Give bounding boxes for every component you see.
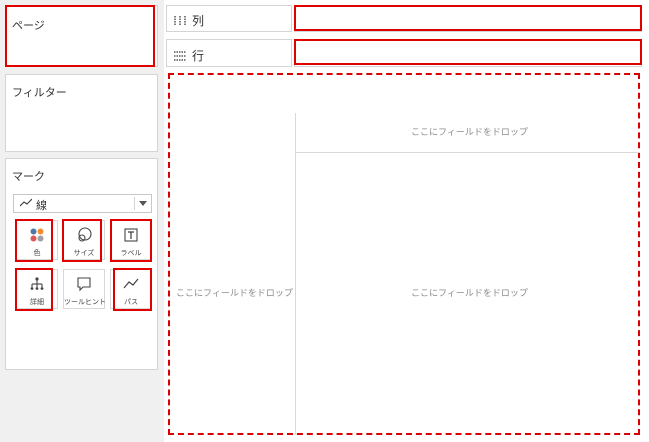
detail-label: 詳細 [30,298,44,306]
header-divider-vertical [295,113,296,435]
rows-shelf-title: 行 [173,47,204,64]
chevron-down-icon[interactable] [139,201,147,206]
pages-card-title: ページ [12,19,45,32]
marks-card[interactable]: マーク 線 色 サイズ ラベル 詳細 ツールヒント パス [5,158,158,370]
tooltip-button[interactable]: ツールヒント [63,269,106,309]
columns-shelf-header: 列 [166,5,292,32]
label-button[interactable]: ラベル [110,220,152,260]
header-divider-horizontal [295,152,640,153]
path-line-icon [123,278,139,289]
dropdown-separator [134,197,135,210]
drop-zone-center[interactable]: ここにフィールドをドロップ [411,286,528,299]
line-chart-icon [20,198,32,207]
columns-icon [174,15,186,26]
size-circles-icon [78,227,92,242]
rows-label: 行 [192,49,205,63]
detail-tree-icon [30,277,44,290]
label-label: ラベル [120,249,142,257]
mark-type-dropdown[interactable]: 線 [13,194,152,213]
color-label: 色 [33,249,41,257]
columns-shelf-title: 列 [173,12,204,29]
drop-zone-top[interactable]: ここにフィールドをドロップ [411,125,528,138]
columns-label: 列 [192,14,205,28]
filters-card-title: フィルター [12,86,67,99]
color-button[interactable]: 色 [16,220,58,260]
detail-button[interactable]: 詳細 [16,269,58,309]
size-button[interactable]: サイズ [63,220,105,260]
size-label: サイズ [73,249,95,257]
pages-card[interactable]: ページ [5,5,158,67]
tooltip-label: ツールヒント [64,298,106,306]
view-canvas[interactable]: ここにフィールドをドロップ ここにフィールドをドロップ ここにフィールドをドロッ… [168,73,640,435]
path-button[interactable]: パス [110,269,152,309]
rows-drop-zone[interactable] [294,39,642,67]
drop-zone-left[interactable]: ここにフィールドをドロップ [176,286,293,299]
marks-card-title: マーク [12,170,45,183]
rows-icon [174,50,186,61]
mark-type-label: 線 [36,199,47,212]
path-label: パス [124,298,138,306]
filters-card[interactable]: フィルター [5,74,158,152]
color-dots-icon [30,228,44,242]
tooltip-bubble-icon [77,277,91,292]
rows-shelf-header: 行 [166,39,292,67]
columns-drop-zone[interactable] [294,5,642,32]
label-t-icon [124,228,138,242]
